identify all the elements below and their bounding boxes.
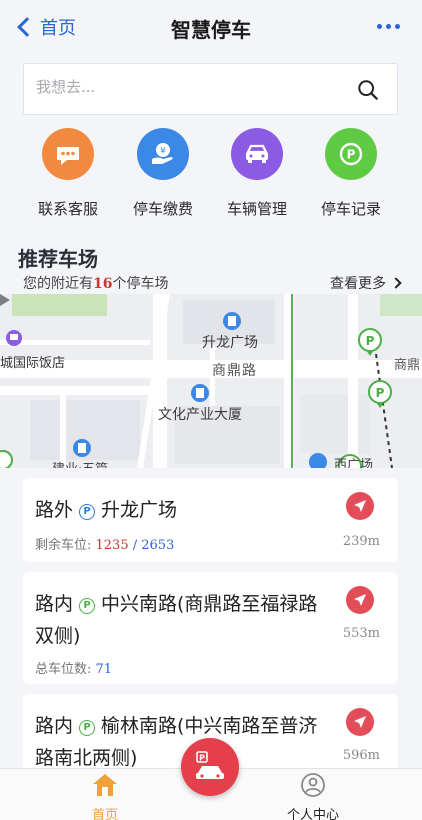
total-spaces: 71: [95, 662, 113, 677]
parking-car-icon: P: [196, 751, 224, 779]
map-label-bottom-left: 建业·五篇: [52, 458, 108, 468]
parking-payment-button[interactable]: ¥ 停车缴费: [117, 128, 209, 219]
lot-spaces: 剩余车位: 1235 / 2653: [35, 534, 174, 553]
map-label-hotel: 城国际饭店: [0, 356, 66, 371]
tab-profile[interactable]: 个人中心: [258, 773, 368, 820]
lot-type: 路外: [35, 499, 74, 521]
page-title: 智慧停车: [171, 18, 251, 42]
nearby-count: 16: [93, 276, 113, 292]
action-label: 停车记录: [320, 200, 381, 218]
navigate-button[interactable]: [346, 586, 374, 614]
more-options-button[interactable]: [377, 24, 400, 29]
navigation-arrow-icon: [354, 594, 366, 606]
lot-name: 榆林南路(中兴南路至普济路南北两侧): [35, 715, 318, 769]
quick-actions: 联系客服 ¥ 停车缴费 车辆管理 P 停车记录: [0, 128, 422, 220]
map-label-bottom-right: 西广场: [334, 458, 374, 468]
tab-home[interactable]: 首页: [50, 773, 160, 820]
vehicle-management-button[interactable]: 车辆管理: [211, 128, 303, 219]
chevron-right-icon: [390, 277, 402, 289]
lot-type: 路内: [35, 593, 74, 615]
dot-icon: [386, 24, 391, 29]
home-icon: [93, 774, 117, 796]
parking-record-icon: P: [325, 128, 377, 180]
lot-name: 升龙广场: [101, 499, 178, 521]
action-label: 车辆管理: [226, 200, 287, 218]
see-more-label: 查看更多: [330, 276, 386, 292]
spaces-label: 剩余车位:: [35, 538, 96, 553]
navigate-button[interactable]: [346, 708, 374, 736]
spaces-label: 总车位数:: [35, 662, 96, 677]
svg-text:P: P: [376, 386, 385, 400]
parking-icon: P: [79, 720, 96, 736]
map-label-building: 文化产业大厦: [158, 407, 242, 423]
dot-icon: [395, 24, 400, 29]
navigate-button[interactable]: [346, 492, 374, 520]
nearby-prefix: 您的附近有: [23, 276, 93, 292]
payment-icon: ¥: [137, 128, 189, 180]
lot-title: 路内 P 榆林南路(中兴南路至普济路南北两侧): [35, 710, 325, 774]
map-label-plaza: 升龙广场: [202, 335, 258, 351]
nearby-suffix: 个停车场: [112, 276, 169, 292]
svg-text:P: P: [347, 148, 356, 162]
svg-text:P: P: [199, 754, 205, 763]
search-bar: [23, 63, 398, 115]
lot-name: 中兴南路(商鼎路至福禄路双侧): [35, 593, 318, 647]
tab-profile-label: 个人中心: [286, 808, 339, 820]
spaces-separator: /: [128, 538, 142, 553]
parking-records-button[interactable]: P 停车记录: [305, 128, 397, 219]
search-icon[interactable]: [357, 79, 379, 101]
map-view[interactable]: P P 城国际饭店 升龙广场 商鼎路 文化产业大厦 商鼎 建业·五篇 西广场: [0, 294, 422, 468]
parking-icon: P: [79, 598, 96, 614]
contact-service-button[interactable]: 联系客服: [22, 128, 114, 219]
dot-icon: [377, 24, 382, 29]
navigation-arrow-icon: [354, 716, 366, 728]
lot-total-spaces: 总车位数: 71: [35, 658, 112, 677]
parking-lot-card[interactable]: 路内 P 中兴南路(商鼎路至福禄路双侧) 总车位数: 71 553m: [23, 572, 398, 684]
action-label: 停车缴费: [132, 200, 193, 218]
parking-lot-card[interactable]: 路外 P 升龙广场 剩余车位: 1235 / 2653 239m: [23, 478, 398, 562]
tab-home-label: 首页: [91, 808, 118, 820]
lot-title: 路外 P 升龙广场: [35, 494, 325, 526]
user-icon: [301, 773, 325, 797]
parking-icon: P: [79, 504, 96, 520]
total-spaces: 2653: [141, 538, 175, 553]
distance: 596m: [342, 748, 380, 763]
lot-title: 路内 P 中兴南路(商鼎路至福禄路双侧): [35, 588, 325, 652]
map-label-road-right: 商鼎: [394, 358, 421, 373]
park-car-button[interactable]: P: [181, 738, 239, 796]
chat-icon: [42, 128, 94, 180]
nearby-count-text: 您的附近有16个停车场: [23, 273, 168, 293]
svg-text:¥: ¥: [160, 147, 166, 157]
section-title: 推荐车场: [18, 247, 98, 271]
see-more-link[interactable]: 查看更多: [330, 273, 402, 293]
search-input[interactable]: [36, 78, 336, 96]
lot-type: 路内: [35, 715, 74, 737]
car-icon: [231, 128, 283, 180]
distance: 553m: [342, 626, 380, 641]
action-label: 联系客服: [37, 200, 98, 218]
header: 首页 智慧停车: [0, 0, 422, 56]
navigation-arrow-icon: [354, 500, 366, 512]
free-spaces: 1235: [95, 538, 129, 553]
map-label-road: 商鼎路: [212, 363, 257, 379]
distance: 239m: [342, 534, 380, 549]
svg-text:P: P: [366, 334, 375, 348]
